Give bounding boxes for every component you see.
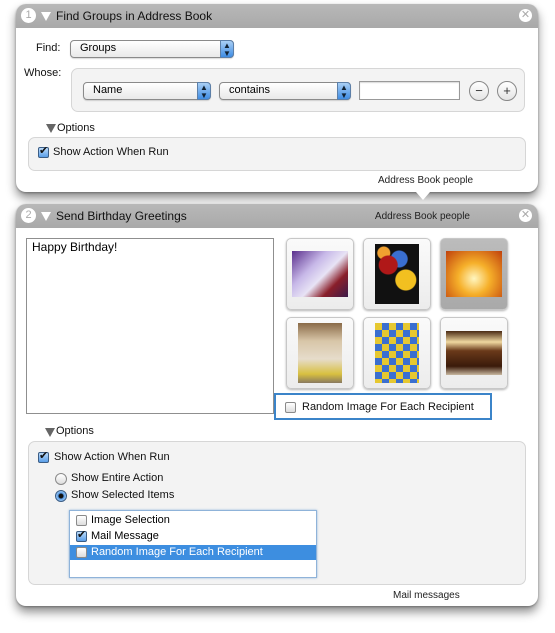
criteria-group: Name ▲ ▼ contains ▲ ▼ − + xyxy=(71,68,525,112)
find-value: Groups xyxy=(80,42,117,54)
action-send-birthday-greetings: 2 Send Birthday Greetings Address Book p… xyxy=(16,204,538,606)
show-action-checkbox[interactable] xyxy=(38,144,49,158)
message-textarea[interactable]: Happy Birthday! xyxy=(26,238,274,414)
list-item-selected[interactable]: Random Image For Each Recipient xyxy=(70,545,316,560)
options-triangle-icon[interactable] xyxy=(45,428,55,437)
criteria-field-value: Name xyxy=(93,84,123,96)
item-checkbox[interactable] xyxy=(76,515,87,526)
show-action-label: Show Action When Run xyxy=(54,451,170,463)
show-action-checkbox[interactable] xyxy=(38,449,49,463)
item-checkbox[interactable] xyxy=(76,547,87,558)
whose-label: Whose: xyxy=(24,67,62,79)
cake-party-image xyxy=(292,251,348,297)
output-label: Address Book people xyxy=(378,175,474,186)
action-number-badge: 1 xyxy=(21,8,36,23)
action-find-groups: 1 Find Groups in Address Book ✕ Find: Gr… xyxy=(16,4,538,200)
criteria-operator-popup[interactable]: contains ▲ ▼ xyxy=(219,82,351,100)
action-title: Send Birthday Greetings xyxy=(56,209,187,223)
connector-notch xyxy=(416,192,430,200)
options-label[interactable]: Options xyxy=(57,122,95,134)
message-text: Happy Birthday! xyxy=(32,240,118,254)
input-type-label: Address Book people xyxy=(374,211,470,222)
list-item[interactable]: Mail Message xyxy=(70,528,316,544)
list-item[interactable]: Image Selection xyxy=(70,513,316,528)
item-label: Image Selection xyxy=(91,514,170,526)
chocolate-cake-image xyxy=(446,331,502,375)
close-icon[interactable]: ✕ xyxy=(519,9,532,22)
image-tile-old-man-cake[interactable] xyxy=(286,317,354,389)
old-man-cake-image xyxy=(298,323,342,383)
popup-arrows-icon: ▲ ▼ xyxy=(197,82,211,100)
random-image-checkbox[interactable] xyxy=(285,402,296,413)
selected-items-list[interactable]: Image Selection Mail Message Random Imag… xyxy=(69,510,317,578)
show-entire-action-label: Show Entire Action xyxy=(71,472,164,484)
action-header[interactable]: 2 Send Birthday Greetings Address Book p… xyxy=(16,204,538,228)
popup-arrows-icon: ▲ ▼ xyxy=(337,82,351,100)
popup-arrows-icon: ▲ ▼ xyxy=(220,40,234,58)
criteria-operator-value: contains xyxy=(229,84,270,96)
show-selected-items-label: Show Selected Items xyxy=(71,489,175,501)
add-criteria-button[interactable]: + xyxy=(497,81,517,101)
image-tile-cake-party[interactable] xyxy=(286,238,354,310)
find-popup[interactable]: Groups ▲ ▼ xyxy=(70,40,234,58)
image-tile-balloons[interactable] xyxy=(363,238,431,310)
show-selected-items-radio[interactable] xyxy=(55,490,67,502)
close-icon[interactable]: ✕ xyxy=(519,209,532,222)
action-header[interactable]: 1 Find Groups in Address Book ✕ xyxy=(16,4,538,28)
output-label: Mail messages xyxy=(393,590,460,601)
item-checkbox[interactable] xyxy=(76,528,87,542)
disclosure-triangle-icon[interactable] xyxy=(41,212,51,221)
options-group: Show Action When Run xyxy=(28,137,526,171)
kitten-cupcake-image xyxy=(375,323,419,383)
balloons-image xyxy=(375,244,419,304)
image-tile-candles[interactable] xyxy=(440,238,508,310)
options-triangle-icon[interactable] xyxy=(46,124,56,133)
random-image-option: Random Image For Each Recipient xyxy=(274,393,492,420)
criteria-field-popup[interactable]: Name ▲ ▼ xyxy=(83,82,211,100)
disclosure-triangle-icon[interactable] xyxy=(41,12,51,21)
item-label: Random Image For Each Recipient xyxy=(91,546,263,558)
action-title: Find Groups in Address Book xyxy=(56,9,213,23)
find-label: Find: xyxy=(36,42,61,54)
remove-criteria-button[interactable]: − xyxy=(469,81,489,101)
random-image-label: Random Image For Each Recipient xyxy=(302,401,474,413)
action-number-badge: 2 xyxy=(21,208,36,223)
show-action-label: Show Action When Run xyxy=(53,146,169,158)
criteria-value-input[interactable] xyxy=(359,81,460,100)
item-label: Mail Message xyxy=(91,530,159,542)
image-tile-kitten-cupcake[interactable] xyxy=(363,317,431,389)
image-tile-chocolate-cake[interactable] xyxy=(440,317,508,389)
candles-image xyxy=(446,251,502,297)
options-label[interactable]: Options xyxy=(56,425,94,437)
show-entire-action-radio[interactable] xyxy=(55,473,67,485)
